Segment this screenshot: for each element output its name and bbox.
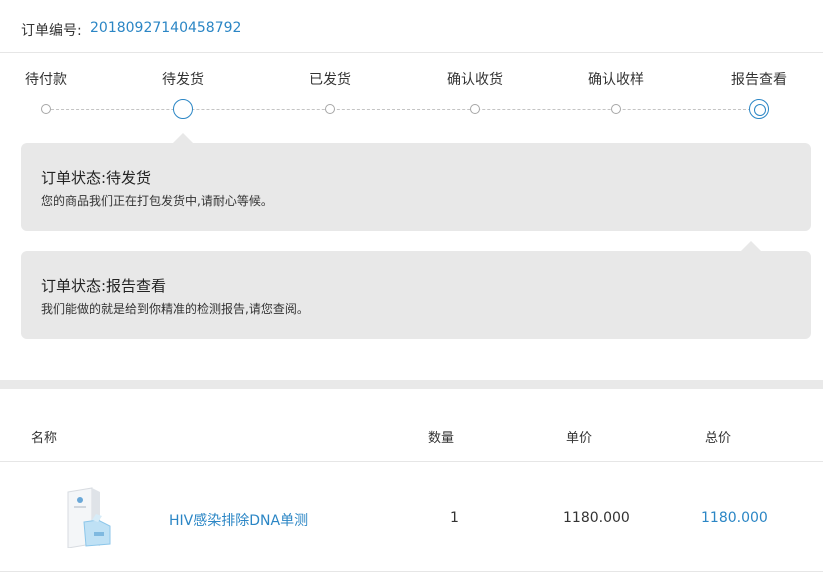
product-table-header: 名称 数量 单价 总价 (0, 389, 823, 462)
section-divider (0, 380, 823, 389)
order-header: 订单编号: 20180927140458792 (0, 0, 823, 53)
status-title: 订单状态:报告查看 (41, 277, 167, 295)
step-dot-icon (41, 104, 51, 114)
panel-pointer-arrow-icon (173, 133, 193, 143)
order-number-label: 订单编号: (21, 23, 82, 39)
step-current-circle-icon (173, 99, 193, 119)
product-unit-price: 1180.000 (563, 510, 630, 526)
progress-line (46, 109, 751, 110)
step-pending-payment: 待付款 (0, 70, 96, 114)
table-row: HIV感染排除DNA单测 1 1180.000 1180.000 (0, 462, 823, 572)
column-header-quantity: 数量 (428, 431, 455, 446)
step-label: 确认收货 (447, 72, 503, 88)
column-header-name: 名称 (31, 431, 58, 446)
step-label: 报告查看 (731, 72, 787, 88)
step-view-report[interactable]: 报告查看 (709, 70, 809, 119)
test-kit-box-icon[interactable] (66, 486, 114, 549)
step-label: 待付款 (25, 72, 67, 88)
order-number-value: 20180927140458792 (90, 20, 242, 36)
step-confirm-receipt: 确认收货 (425, 70, 525, 114)
step-label: 确认收样 (588, 72, 644, 88)
status-description: 我们能做的就是给到你精准的检测报告,请您查阅。 (41, 302, 309, 316)
step-label: 待发货 (162, 72, 204, 88)
step-dot-icon (611, 104, 621, 114)
product-name-link[interactable]: HIV感染排除DNA单测 (169, 510, 308, 530)
status-panel-pending-shipment: 订单状态:待发货 您的商品我们正在打包发货中,请耐心等候。 (21, 133, 811, 231)
step-pending-shipment: 待发货 (133, 70, 233, 119)
step-dot-icon (325, 104, 335, 114)
step-target-ring-icon (749, 99, 769, 119)
step-shipped: 已发货 (280, 70, 380, 114)
step-confirm-sample: 确认收样 (566, 70, 666, 114)
panel-pointer-arrow-icon (741, 241, 761, 251)
column-header-unit-price: 单价 (566, 431, 593, 446)
step-dot-icon (470, 104, 480, 114)
status-title: 订单状态:待发货 (41, 169, 152, 187)
product-quantity: 1 (450, 510, 459, 526)
status-description: 您的商品我们正在打包发货中,请耐心等候。 (41, 194, 273, 208)
product-total-price: 1180.000 (701, 510, 768, 526)
column-header-total: 总价 (705, 431, 732, 446)
order-progress-steps: 待付款 待发货 已发货 确认收货 确认收样 报告查看 (0, 70, 823, 130)
step-label: 已发货 (309, 72, 351, 88)
status-panel-view-report: 订单状态:报告查看 我们能做的就是给到你精准的检测报告,请您查阅。 (21, 241, 811, 339)
